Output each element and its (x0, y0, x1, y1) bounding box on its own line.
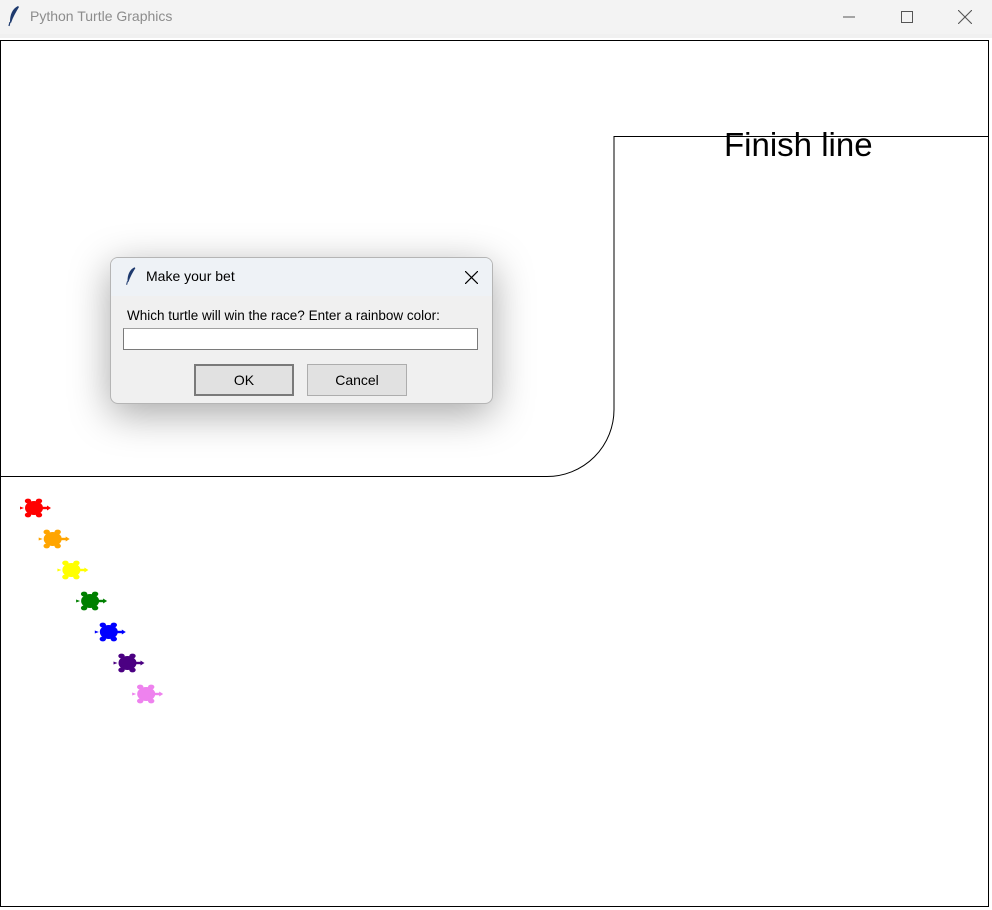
maximize-button[interactable] (878, 0, 936, 34)
maximize-icon (901, 11, 913, 23)
cancel-button[interactable]: Cancel (307, 364, 407, 396)
minimize-button[interactable] (820, 0, 878, 34)
close-icon (958, 10, 972, 24)
dialog-prompt: Which turtle will win the race? Enter a … (127, 308, 440, 323)
turtle-canvas-area[interactable]: Finish line (0, 38, 992, 910)
finish-line-label: Finish line (724, 126, 873, 163)
window-title: Python Turtle Graphics (30, 8, 173, 24)
color-input[interactable] (123, 328, 478, 350)
ok-button[interactable]: OK (194, 364, 294, 396)
close-icon (464, 270, 478, 284)
bet-dialog[interactable]: Make your bet Which turtle will win the … (110, 257, 493, 404)
close-button[interactable] (936, 0, 992, 34)
minimize-icon (843, 16, 855, 18)
feather-icon (126, 267, 136, 285)
dialog-titlebar[interactable]: Make your bet (111, 258, 492, 296)
dialog-title: Make your bet (146, 268, 235, 284)
feather-icon (8, 6, 19, 27)
window-titlebar[interactable]: Python Turtle Graphics (0, 0, 992, 34)
dialog-close-button[interactable] (460, 266, 482, 288)
turtle-canvas[interactable] (0, 38, 992, 910)
